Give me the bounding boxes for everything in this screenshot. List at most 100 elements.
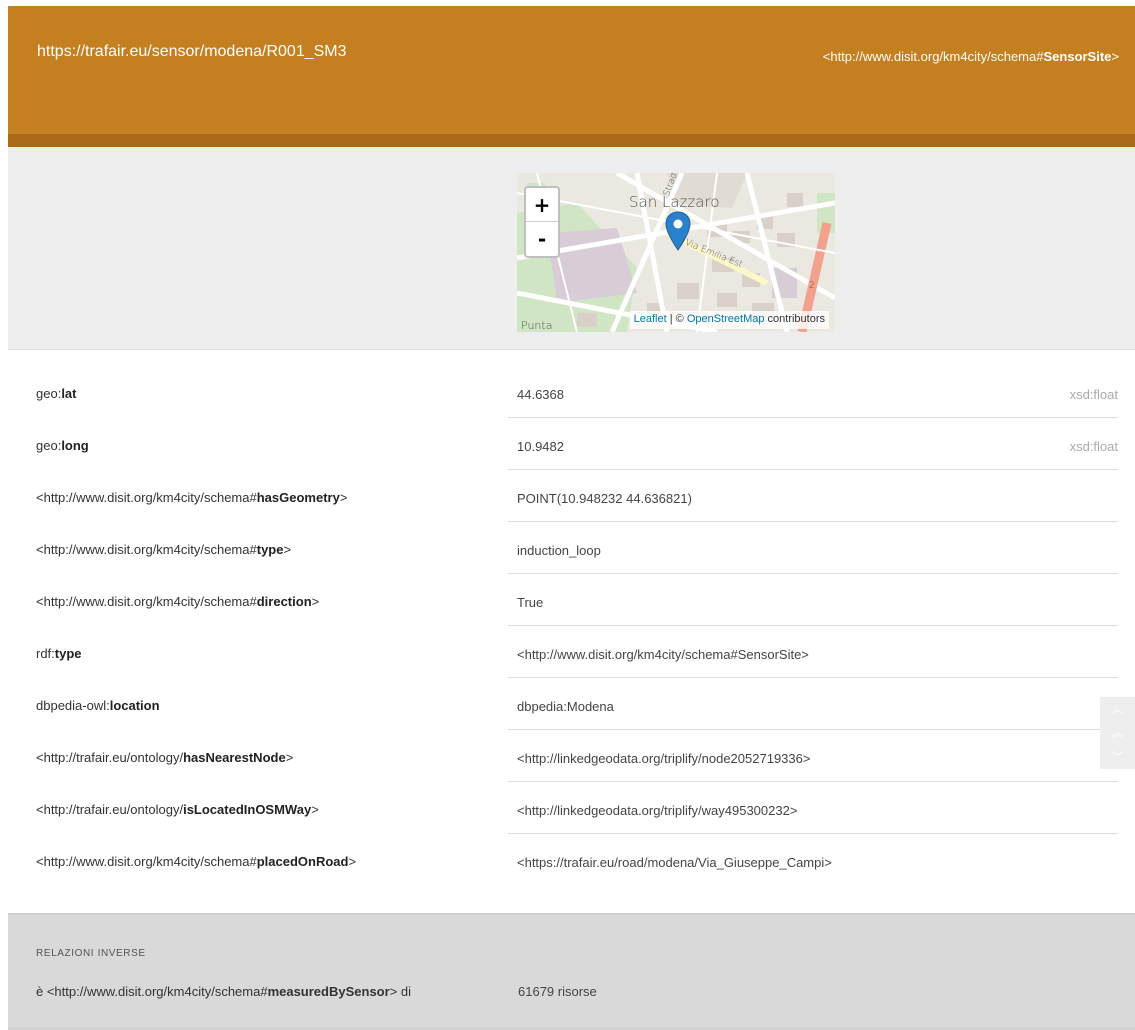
- inverse-rel-prefix: è <http://www.disit.org/km4city/schema#: [36, 984, 268, 999]
- zoom-out-button[interactable]: -: [526, 222, 558, 256]
- property-value[interactable]: <https://trafair.eu/road/modena/Via_Gius…: [517, 855, 832, 870]
- predicate-suffix: >: [283, 542, 292, 557]
- property-row: dbpedia-owl:location dbpedia:Modena: [8, 682, 1135, 734]
- property-predicate[interactable]: <http://www.disit.org/km4city/schema#dir…: [36, 594, 319, 609]
- predicate-prefix: <http://www.disit.org/km4city/schema#: [36, 594, 257, 609]
- property-predicate[interactable]: <http://trafair.eu/ontology/isLocatedInO…: [36, 802, 319, 817]
- predicate-local: hasGeometry: [256, 490, 340, 505]
- property-value[interactable]: 44.6368: [517, 387, 564, 402]
- predicate-prefix: rdf:: [36, 646, 55, 661]
- property-value-cell: induction_loop: [508, 526, 1118, 574]
- zoom-in-button[interactable]: +: [526, 188, 558, 222]
- inverse-relation-count[interactable]: 61679 risorse: [518, 984, 597, 999]
- property-row: geo:long 10.9482 xsd:float: [8, 422, 1135, 474]
- property-value-cell: <https://trafair.eu/road/modena/Via_Gius…: [508, 838, 1118, 886]
- predicate-suffix: >: [285, 750, 294, 765]
- predicate-prefix: dbpedia-owl:: [36, 698, 110, 713]
- property-predicate[interactable]: <http://www.disit.org/km4city/schema#typ…: [36, 542, 291, 557]
- attribution-tail: contributors: [764, 313, 825, 325]
- predicate-prefix: <http://trafair.eu/ontology/: [36, 750, 184, 765]
- type-local: SensorSite: [1043, 49, 1112, 64]
- resource-header: https://trafair.eu/sensor/modena/R001_SM…: [8, 6, 1135, 147]
- predicate-prefix: <http://www.disit.org/km4city/schema#: [36, 542, 257, 557]
- property-datatype: xsd:float: [1069, 387, 1118, 402]
- predicate-local: location: [109, 698, 160, 713]
- property-value[interactable]: True: [517, 595, 543, 610]
- predicate-prefix: <http://www.disit.org/km4city/schema#: [36, 854, 257, 869]
- predicate-suffix: >: [311, 802, 319, 817]
- property-value[interactable]: <http://www.disit.org/km4city/schema#Sen…: [517, 647, 809, 662]
- property-value-cell: dbpedia:Modena: [508, 682, 1118, 730]
- predicate-suffix: >: [311, 594, 320, 609]
- predicate-suffix: >: [339, 490, 348, 505]
- inverse-rel-suffix: > di: [389, 984, 412, 999]
- property-datatype: xsd:float: [1069, 439, 1118, 454]
- property-row: <http://www.disit.org/km4city/schema#has…: [8, 474, 1135, 526]
- property-row: <http://www.disit.org/km4city/schema#dir…: [8, 578, 1135, 630]
- predicate-local: type: [256, 542, 284, 557]
- property-predicate[interactable]: geo:long: [36, 438, 89, 453]
- leaflet-link[interactable]: Leaflet: [634, 313, 667, 325]
- property-row: <http://trafair.eu/ontology/hasNearestNo…: [8, 734, 1135, 786]
- map-attribution: Leaflet | © OpenStreetMap contributors: [629, 311, 829, 329]
- divider: [8, 1028, 1135, 1029]
- predicate-local: lat: [61, 386, 77, 401]
- property-predicate[interactable]: <http://www.disit.org/km4city/schema#pla…: [36, 854, 356, 869]
- zoom-control: + -: [524, 186, 560, 258]
- property-value-cell: <http://linkedgeodata.org/triplify/way49…: [508, 786, 1118, 834]
- inverse-rel-local: measuredBySensor: [267, 984, 390, 999]
- property-predicate[interactable]: dbpedia-owl:location: [36, 698, 160, 713]
- attribution-separator: | ©: [666, 313, 687, 325]
- property-value-cell: True: [508, 578, 1118, 626]
- property-value[interactable]: <http://linkedgeodata.org/triplify/node2…: [517, 751, 810, 766]
- page: https://trafair.eu/sensor/modena/R001_SM…: [0, 0, 1135, 1030]
- property-predicate[interactable]: <http://www.disit.org/km4city/schema#has…: [36, 490, 347, 505]
- inverse-relations: RELAZIONI INVERSE è <http://www.disit.or…: [8, 913, 1135, 1030]
- map-marker-icon[interactable]: [665, 211, 691, 251]
- property-value-cell: 44.6368 xsd:float: [508, 370, 1118, 418]
- predicate-local: type: [54, 646, 82, 661]
- predicate-suffix: >: [348, 854, 357, 869]
- scroll-top-icon[interactable]: ︽: [1100, 721, 1135, 745]
- property-value[interactable]: 10.9482: [517, 439, 564, 454]
- predicate-prefix: <http://www.disit.org/km4city/schema#: [36, 490, 257, 505]
- predicate-prefix: geo:: [36, 438, 62, 453]
- property-table: geo:lat 44.6368 xsd:float geo:long 10.9482 xs…: [8, 370, 1135, 890]
- scroll-down-icon[interactable]: ﹀: [1100, 745, 1135, 769]
- location-map[interactable]: San Lazzaro Via Emilia Est Strada Punta …: [517, 173, 835, 332]
- map-road-number: 2: [809, 281, 815, 291]
- predicate-local: long: [61, 438, 89, 453]
- map-area-label: Punta: [521, 319, 553, 332]
- type-suffix: >: [1111, 49, 1119, 64]
- predicate-prefix: geo:: [36, 386, 62, 401]
- property-row: <http://www.disit.org/km4city/schema#typ…: [8, 526, 1135, 578]
- predicate-local: isLocatedInOSMWay: [183, 802, 312, 817]
- property-predicate[interactable]: <http://trafair.eu/ontology/hasNearestNo…: [36, 750, 293, 765]
- property-value-cell: <http://www.disit.org/km4city/schema#Sen…: [508, 630, 1118, 678]
- resource-uri[interactable]: https://trafair.eu/sensor/modena/R001_SM…: [37, 43, 347, 61]
- property-row: <http://trafair.eu/ontology/isLocatedInO…: [8, 786, 1135, 838]
- predicate-local: placedOnRoad: [256, 854, 349, 869]
- property-row: rdf:type <http://www.disit.org/km4city/sc…: [8, 630, 1135, 682]
- property-value[interactable]: induction_loop: [517, 543, 601, 558]
- property-row: geo:lat 44.6368 xsd:float: [8, 370, 1135, 422]
- property-value-cell: <http://linkedgeodata.org/triplify/node2…: [508, 734, 1118, 782]
- property-value[interactable]: POINT(10.948232 44.636821): [517, 491, 692, 506]
- property-value[interactable]: dbpedia:Modena: [517, 699, 614, 714]
- scroll-widget: ︿ ︽ ﹀: [1100, 697, 1135, 769]
- property-value-cell: 10.9482 xsd:float: [508, 422, 1118, 470]
- osm-link[interactable]: OpenStreetMap: [687, 313, 765, 325]
- inverse-relation-predicate[interactable]: è <http://www.disit.org/km4city/schema#m…: [36, 984, 411, 999]
- type-prefix: <http://www.disit.org/km4city/schema#: [822, 49, 1044, 64]
- inverse-relations-title: RELAZIONI INVERSE: [36, 948, 146, 959]
- property-predicate[interactable]: geo:lat: [36, 386, 76, 401]
- map-place-label: San Lazzaro: [629, 193, 720, 211]
- predicate-prefix: <http://trafair.eu/ontology/: [36, 802, 184, 817]
- property-row: <http://www.disit.org/km4city/schema#pla…: [8, 838, 1135, 890]
- predicate-local: direction: [256, 594, 312, 609]
- property-value[interactable]: <http://linkedgeodata.org/triplify/way49…: [517, 803, 797, 818]
- property-predicate[interactable]: rdf:type: [36, 646, 82, 661]
- resource-type[interactable]: <http://www.disit.org/km4city/schema#Sen…: [823, 49, 1119, 64]
- predicate-local: hasNearestNode: [183, 750, 286, 765]
- scroll-up-icon[interactable]: ︿: [1100, 697, 1135, 721]
